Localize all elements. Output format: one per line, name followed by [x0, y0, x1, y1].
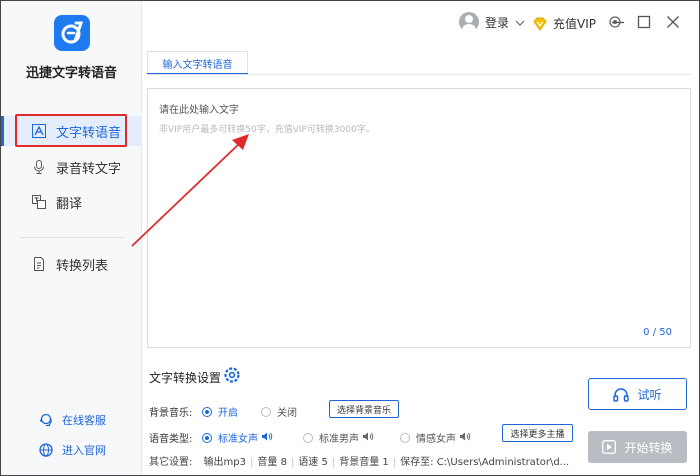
customer-service-label: 在线客服: [62, 414, 106, 427]
settings-gear-icon[interactable]: [224, 367, 240, 383]
globe-icon: [39, 443, 53, 457]
speaker-icon[interactable]: [262, 432, 273, 444]
output-format[interactable]: 输出mp3: [204, 457, 246, 468]
customer-service-link[interactable]: 在线客服: [39, 412, 106, 428]
convert-list-icon: [31, 256, 47, 272]
separator: |: [290, 457, 295, 468]
sidebar-item-label: 翻译: [56, 196, 83, 212]
close-icon[interactable]: [666, 15, 680, 29]
vip-diamond-icon: [533, 17, 547, 31]
login-label: 登录: [485, 15, 510, 30]
text-limit-hint: 非VIP用户最多可转换50字，充值VIP可转换3000字。: [159, 125, 375, 135]
vip-label: 充值VIP: [553, 17, 596, 31]
separator: |: [331, 457, 336, 468]
bg-music-on-radio[interactable]: 开启: [202, 404, 238, 419]
radio-unselected-icon: [400, 432, 410, 443]
vip-button[interactable]: 充值VIP: [533, 15, 596, 32]
character-count: 0 / 50: [643, 327, 672, 338]
choose-bg-music-button[interactable]: 选择背景音乐: [329, 400, 399, 418]
radio-selected-icon: [202, 432, 212, 443]
app-window: 迅捷文字转语音 文字转语音 录音转文字 翻译 转换列表 在线客服 进入官网 登录…: [0, 0, 700, 476]
microphone-icon: [31, 159, 47, 175]
bg-music-off-label: 关闭: [277, 408, 297, 419]
speaker-icon[interactable]: [363, 432, 374, 444]
sidebar-item-label: 转换列表: [56, 258, 109, 274]
choose-more-anchors-button[interactable]: 选择更多主播: [502, 424, 573, 442]
customer-service-icon: [39, 413, 53, 427]
tab-text-input[interactable]: 输入文字转语音: [147, 51, 248, 75]
title-bar: 登录 充值VIP: [142, 1, 699, 46]
voice-option-label: 标准女声: [218, 434, 258, 445]
login-button[interactable]: 登录: [459, 12, 525, 32]
separator: |: [250, 457, 254, 468]
listen-button[interactable]: 试听: [588, 378, 687, 410]
start-convert-label: 开始转换: [624, 440, 673, 455]
sidebar-item-label: 录音转文字: [56, 161, 122, 177]
translate-icon: [31, 194, 47, 210]
volume-setting[interactable]: 音量 8: [257, 457, 287, 468]
other-settings-row: 其它设置: 输出mp3 | 音量 8 | 语速 5 | 背景音量 1 | 保存至: C:\Use…: [149, 453, 569, 468]
voice-emotional-female-radio[interactable]: 情感女声: [400, 430, 471, 445]
sidebar-item-convert-list[interactable]: 转换列表: [1, 249, 142, 279]
voice-standard-female-radio[interactable]: 标准女声: [202, 430, 273, 445]
play-icon: [602, 440, 617, 454]
voice-type-label: 语音类型:: [149, 434, 193, 445]
settings-title: 文字转换设置: [149, 371, 222, 385]
app-name: 迅捷文字转语音: [25, 66, 117, 81]
radio-unselected-icon: [261, 406, 271, 417]
text-input-area[interactable]: 请在此处输入文字 非VIP用户最多可转换50字，充值VIP可转换3000字。 0…: [147, 88, 691, 348]
bg-volume-setting[interactable]: 背景音量 1: [339, 457, 389, 468]
voice-option-label: 标准男声: [319, 434, 359, 445]
minimize-icon[interactable]: [611, 15, 625, 29]
annotation-highlight-box: [15, 114, 127, 147]
separator: |: [392, 457, 397, 468]
headphones-icon: [613, 387, 630, 402]
sidebar-item-translate[interactable]: 翻译: [1, 187, 142, 217]
start-convert-button[interactable]: 开始转换: [588, 431, 687, 463]
bg-music-on-label: 开启: [218, 408, 238, 419]
voice-option-label: 情感女声: [416, 434, 456, 445]
app-logo: [54, 15, 90, 51]
other-settings-label: 其它设置:: [149, 457, 193, 468]
official-site-label: 进入官网: [62, 444, 106, 457]
text-input-placeholder: 请在此处输入文字: [159, 105, 239, 116]
official-site-link[interactable]: 进入官网: [39, 442, 106, 458]
sidebar-item-speech-to-text[interactable]: 录音转文字: [1, 152, 142, 182]
radio-unselected-icon: [303, 432, 313, 443]
tab-divider: [147, 74, 691, 75]
radio-selected-icon: [202, 406, 212, 417]
speed-setting[interactable]: 语速 5: [298, 457, 328, 468]
sidebar: 迅捷文字转语音 文字转语音 录音转文字 翻译 转换列表 在线客服 进入官网: [1, 1, 142, 475]
maximize-icon[interactable]: [637, 15, 651, 29]
chevron-down-icon: [515, 15, 525, 29]
voice-standard-male-radio[interactable]: 标准男声: [303, 430, 374, 445]
sidebar-divider: [19, 237, 124, 238]
bg-music-label: 背景音乐:: [149, 408, 193, 419]
bg-music-off-radio[interactable]: 关闭: [261, 404, 297, 419]
avatar-icon: [459, 12, 479, 32]
speaker-icon[interactable]: [460, 432, 471, 444]
listen-label: 试听: [637, 387, 662, 402]
save-path[interactable]: 保存至: C:\Users\Administrator\d...: [400, 457, 569, 468]
